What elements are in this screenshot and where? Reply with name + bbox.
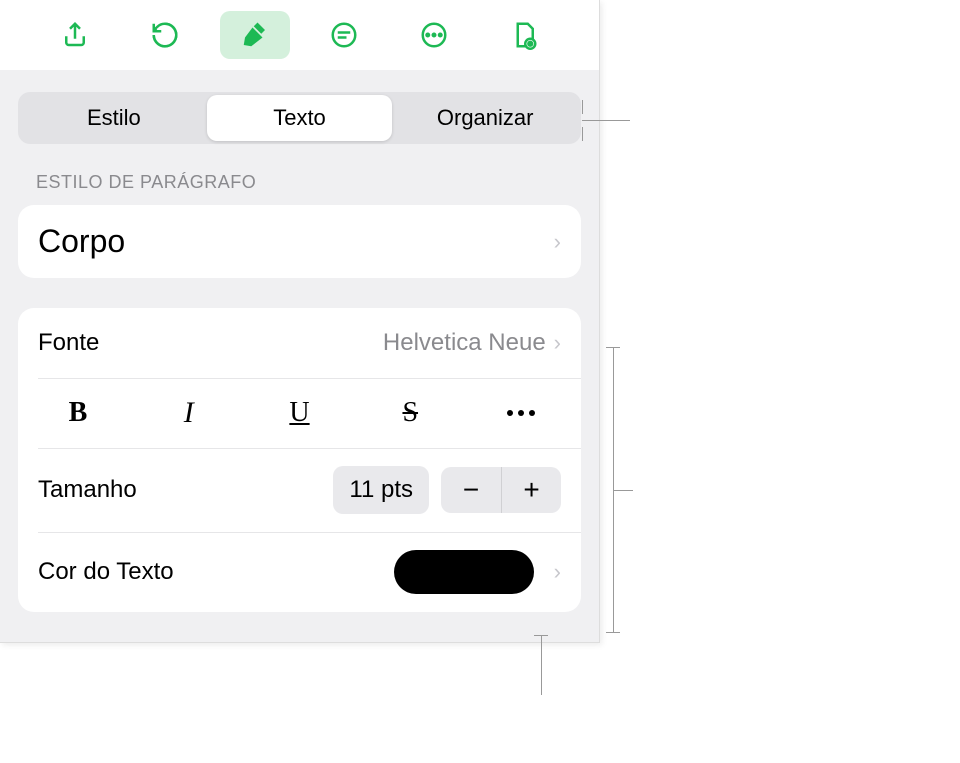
tab-arrange[interactable]: Organizar xyxy=(392,95,578,141)
callout-line xyxy=(606,632,620,633)
size-increase-button[interactable]: + xyxy=(501,467,561,513)
text-color-label: Cor do Texto xyxy=(38,558,174,586)
more-icon xyxy=(507,410,535,416)
top-toolbar xyxy=(0,0,599,70)
font-row[interactable]: Fonte Helvetica Neue › xyxy=(18,308,581,378)
underline-button[interactable]: U xyxy=(260,397,340,429)
paragraph-style-value: Corpo xyxy=(38,223,125,260)
callout-line xyxy=(541,635,542,695)
callout-line xyxy=(613,490,633,491)
paragraph-style-row[interactable]: Corpo › xyxy=(18,205,581,278)
text-color-row[interactable]: Cor do Texto › xyxy=(18,532,581,612)
tab-text[interactable]: Texto xyxy=(207,95,393,141)
chevron-right-icon: › xyxy=(554,229,561,255)
chevron-right-icon: › xyxy=(554,330,561,356)
chevron-right-icon: › xyxy=(554,559,561,585)
callout-line xyxy=(582,120,630,121)
tab-style[interactable]: Estilo xyxy=(21,95,207,141)
paragraph-style-header: Estilo de Parágrafo xyxy=(36,172,581,193)
paragraph-style-card: Corpo › xyxy=(18,205,581,278)
document-button[interactable] xyxy=(489,11,559,59)
format-inspector-panel: Estilo Texto Organizar Estilo de Parágra… xyxy=(0,0,600,643)
size-display[interactable]: 11 pts xyxy=(333,466,429,514)
undo-button[interactable] xyxy=(130,11,200,59)
size-decrease-button[interactable]: − xyxy=(441,467,501,513)
callout-line xyxy=(582,100,583,114)
bold-button[interactable]: B xyxy=(38,397,118,429)
size-label: Tamanho xyxy=(38,476,137,504)
font-settings-card: Fonte Helvetica Neue › B I U S Tamanho 1… xyxy=(18,308,581,612)
format-button[interactable] xyxy=(220,11,290,59)
text-color-swatch[interactable] xyxy=(394,550,534,594)
strikethrough-button[interactable]: S xyxy=(370,397,450,429)
share-button[interactable] xyxy=(40,11,110,59)
font-label: Fonte xyxy=(38,329,99,357)
size-stepper: − + xyxy=(441,467,561,513)
more-button[interactable] xyxy=(399,11,469,59)
more-styles-button[interactable] xyxy=(481,410,561,416)
callout-line xyxy=(582,127,583,141)
size-row: Tamanho 11 pts − + xyxy=(18,448,581,532)
inspector-content: Estilo Texto Organizar Estilo de Parágra… xyxy=(0,70,599,642)
inspector-tabs: Estilo Texto Organizar xyxy=(18,92,581,144)
font-value: Helvetica Neue xyxy=(383,329,546,357)
comment-button[interactable] xyxy=(309,11,379,59)
italic-button[interactable]: I xyxy=(149,396,229,430)
text-style-row: B I U S xyxy=(18,378,581,448)
